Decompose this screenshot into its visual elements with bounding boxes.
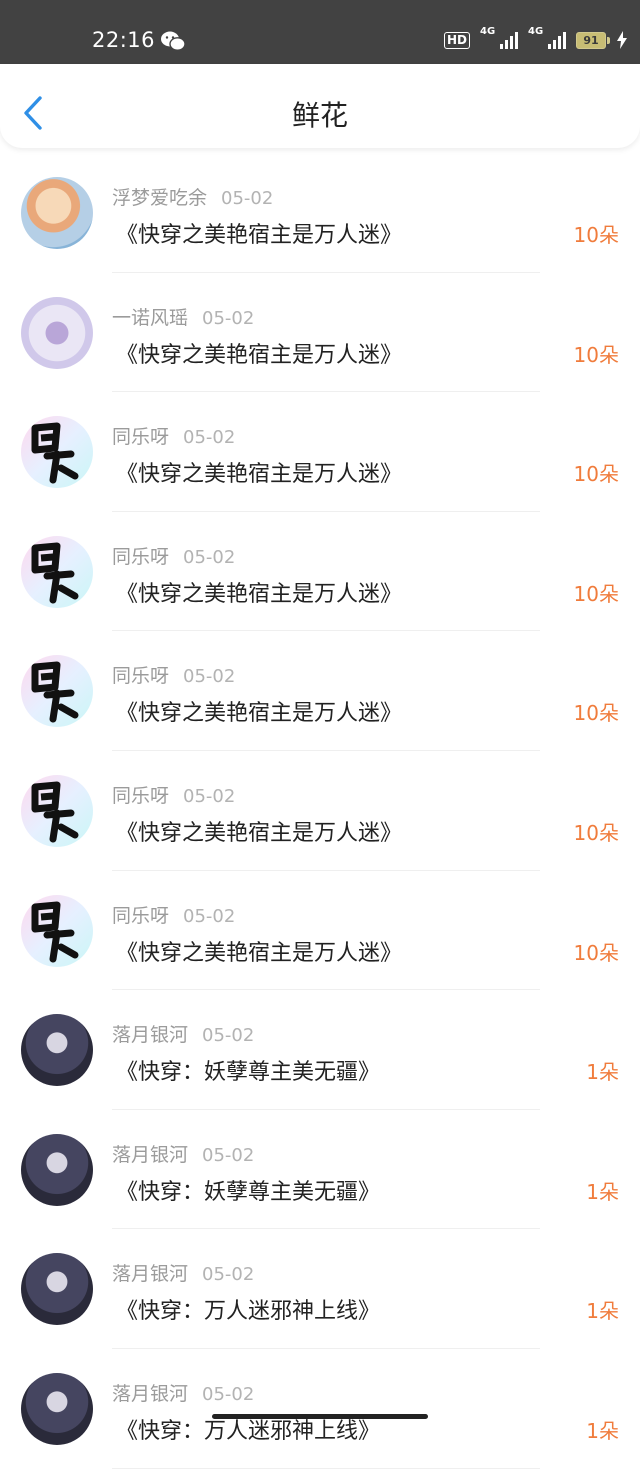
status-icons: HD 4G 4G 91	[443, 26, 628, 52]
item-meta: 浮梦爱吃余 05-02	[112, 183, 273, 210]
book-title[interactable]: 《快穿之美艳宿主是万人迷》	[116, 456, 402, 488]
username[interactable]: 同乐呀	[112, 905, 169, 927]
list-item[interactable]: 同乐呀 05-02 《快穿之美艳宿主是万人迷》 10朵	[0, 871, 640, 991]
flower-list: 浮梦爱吃余 05-02 《快穿之美艳宿主是万人迷》 10朵 一诺风瑶 05-02 《快穿之美…	[0, 153, 640, 1469]
item-meta: 落月银河 05-02	[112, 1379, 254, 1406]
item-meta: 落月银河 05-02	[112, 1020, 254, 1047]
page-title: 鲜花	[291, 99, 348, 132]
signal-label: 4G	[480, 26, 496, 37]
flower-count: 10朵	[573, 940, 619, 965]
wechat-icon	[161, 31, 186, 51]
avatar[interactable]	[21, 655, 93, 728]
username[interactable]: 同乐呀	[112, 426, 169, 448]
date: 05-02	[202, 307, 255, 329]
avatar-glyph	[31, 781, 79, 843]
date: 05-02	[202, 1025, 255, 1047]
book-title[interactable]: 《快穿之美艳宿主是万人迷》	[116, 695, 402, 727]
avatar[interactable]	[21, 177, 93, 249]
list-item[interactable]: 同乐呀 05-02 《快穿之美艳宿主是万人迷》 10朵	[0, 392, 640, 512]
username[interactable]: 落月银河	[112, 1383, 188, 1405]
date: 05-02	[183, 427, 236, 449]
date: 05-02	[221, 188, 274, 209]
date: 05-02	[183, 666, 236, 688]
signal-icon: 4G	[480, 26, 518, 49]
list-item[interactable]: 落月银河 05-02 《快穿：妖孽尊主美无疆》 1朵	[0, 990, 640, 1110]
flower-count: 1朵	[586, 1299, 619, 1324]
book-title[interactable]: 《快穿之美艳宿主是万人迷》	[116, 337, 402, 369]
avatar[interactable]	[21, 1372, 93, 1445]
avatar-glyph	[31, 542, 79, 604]
list-item[interactable]: 同乐呀 05-02 《快穿之美艳宿主是万人迷》 10朵	[0, 631, 640, 751]
book-title[interactable]: 《快穿：万人迷邪神上线》	[116, 1293, 380, 1325]
item-meta: 同乐呀 05-02	[112, 542, 235, 569]
book-title[interactable]: 《快穿：妖孽尊主美无疆》	[116, 1174, 380, 1206]
signal-icon: 4G	[528, 26, 566, 49]
flower-count: 10朵	[573, 223, 619, 247]
username[interactable]: 同乐呀	[112, 546, 169, 568]
username[interactable]: 同乐呀	[112, 665, 169, 687]
book-title[interactable]: 《快穿之美艳宿主是万人迷》	[116, 217, 402, 249]
list-item[interactable]: 一诺风瑶 05-02 《快穿之美艳宿主是万人迷》 10朵	[0, 273, 640, 393]
charging-icon	[617, 31, 627, 49]
book-title[interactable]: 《快穿之美艳宿主是万人迷》	[116, 935, 402, 967]
avatar[interactable]	[21, 1133, 93, 1206]
username[interactable]: 落月银河	[112, 1024, 188, 1046]
flower-count: 10朵	[573, 820, 619, 845]
book-title[interactable]: 《快穿之美艳宿主是万人迷》	[116, 576, 402, 608]
list-item[interactable]: 浮梦爱吃余 05-02 《快穿之美艳宿主是万人迷》 10朵	[0, 153, 640, 273]
avatar[interactable]	[21, 1253, 93, 1326]
book-title[interactable]: 《快穿之美艳宿主是万人迷》	[116, 815, 402, 847]
battery-icon: 91	[576, 31, 610, 49]
avatar[interactable]	[21, 1014, 93, 1087]
flower-count: 10朵	[573, 342, 619, 367]
signal-label: 4G	[528, 26, 544, 37]
date: 05-02	[202, 1383, 255, 1405]
avatar-glyph	[31, 661, 79, 723]
flower-count: 1朵	[586, 1060, 619, 1085]
book-title[interactable]: 《快穿：妖孽尊主美无疆》	[116, 1054, 380, 1086]
date: 05-02	[202, 1264, 255, 1286]
avatar-glyph	[31, 901, 79, 963]
item-meta: 落月银河 05-02	[112, 1259, 254, 1286]
hd-icon: HD	[443, 31, 470, 49]
avatar[interactable]	[21, 894, 93, 967]
item-meta: 一诺风瑶 05-02	[112, 303, 254, 330]
list-item[interactable]: 同乐呀 05-02 《快穿之美艳宿主是万人迷》 10朵	[0, 751, 640, 871]
status-time: 22:16	[92, 28, 156, 52]
item-meta: 同乐呀 05-02	[112, 781, 235, 808]
list-item[interactable]: 同乐呀 05-02 《快穿之美艳宿主是万人迷》 10朵	[0, 512, 640, 632]
username[interactable]: 同乐呀	[112, 785, 169, 807]
date: 05-02	[183, 546, 236, 568]
flower-count: 10朵	[573, 581, 619, 606]
avatar[interactable]	[21, 416, 93, 489]
username[interactable]: 落月银河	[112, 1263, 188, 1285]
date: 05-02	[183, 905, 236, 927]
flower-count: 1朵	[586, 1179, 619, 1204]
date: 05-02	[183, 785, 236, 807]
list-item[interactable]: 落月银河 05-02 《快穿：万人迷邪神上线》 1朵	[0, 1349, 640, 1469]
item-meta: 同乐呀 05-02	[112, 422, 235, 449]
username[interactable]: 一诺风瑶	[112, 307, 188, 329]
flower-count: 10朵	[573, 701, 619, 726]
flower-count: 10朵	[573, 462, 619, 487]
item-meta: 同乐呀 05-02	[112, 661, 235, 688]
avatar[interactable]	[21, 774, 93, 847]
item-meta: 落月银河 05-02	[112, 1140, 254, 1167]
item-meta: 同乐呀 05-02	[112, 901, 235, 928]
flower-count: 1朵	[586, 1418, 619, 1443]
status-bar: 22:16 HD 4G 4G 91	[0, 0, 640, 64]
avatar[interactable]	[21, 296, 93, 369]
list-item[interactable]: 落月银河 05-02 《快穿：万人迷邪神上线》 1朵	[0, 1229, 640, 1349]
home-indicator[interactable]	[212, 1414, 428, 1419]
avatar[interactable]	[21, 535, 93, 608]
avatar-glyph	[31, 422, 79, 484]
list-item[interactable]: 落月银河 05-02 《快穿：妖孽尊主美无疆》 1朵	[0, 1110, 640, 1230]
header: 鲜花	[0, 64, 640, 148]
username[interactable]: 落月银河	[112, 1144, 188, 1166]
date: 05-02	[202, 1144, 255, 1166]
username[interactable]: 浮梦爱吃余	[112, 187, 207, 209]
